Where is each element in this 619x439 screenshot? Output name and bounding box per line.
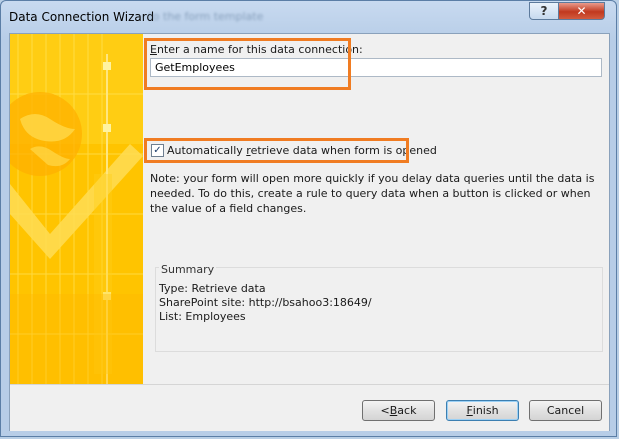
window-title: Data Connection Wizard bbox=[9, 10, 155, 24]
close-button[interactable]: ✕ bbox=[558, 2, 605, 20]
close-icon: ✕ bbox=[576, 4, 587, 18]
summary-details: Type: Retrieve data SharePoint site: htt… bbox=[159, 282, 372, 324]
auto-retrieve-label[interactable]: Automatically retrieve data when form is… bbox=[167, 144, 437, 157]
auto-retrieve-row[interactable]: ✓ Automatically retrieve data when form … bbox=[151, 144, 437, 157]
title-ghost-text: - to the form template bbox=[141, 10, 264, 23]
connection-name-label: Enter a name for this data connection: bbox=[150, 43, 363, 56]
title-bar[interactable]: Data Connection Wizard - to the form tem… bbox=[1, 1, 616, 33]
wizard-client-area: Enter a name for this data connection: ✓… bbox=[9, 33, 610, 431]
checkmark-icon: ✓ bbox=[153, 144, 162, 156]
help-icon: ? bbox=[540, 4, 548, 18]
performance-note: Note: your form will open more quickly i… bbox=[150, 172, 595, 215]
wizard-banner-graphic bbox=[10, 34, 143, 384]
connection-name-input[interactable] bbox=[150, 58, 602, 77]
summary-title: Summary bbox=[159, 263, 217, 276]
finish-button[interactable]: Finish bbox=[446, 400, 519, 421]
summary-type: Type: Retrieve data bbox=[159, 282, 266, 295]
help-button[interactable]: ? bbox=[529, 2, 559, 20]
back-button[interactable]: < Back bbox=[362, 400, 435, 421]
summary-list: List: Employees bbox=[159, 310, 246, 323]
banner-art bbox=[10, 34, 143, 384]
summary-site: SharePoint site: http://bsahoo3:18649/ bbox=[159, 296, 372, 309]
auto-retrieve-checkbox[interactable]: ✓ bbox=[151, 144, 164, 157]
cancel-button[interactable]: Cancel bbox=[529, 400, 602, 421]
button-bar: < Back Finish Cancel bbox=[10, 384, 609, 431]
wizard-content: Enter a name for this data connection: ✓… bbox=[143, 34, 609, 384]
wizard-window: Data Connection Wizard - to the form tem… bbox=[0, 0, 617, 437]
